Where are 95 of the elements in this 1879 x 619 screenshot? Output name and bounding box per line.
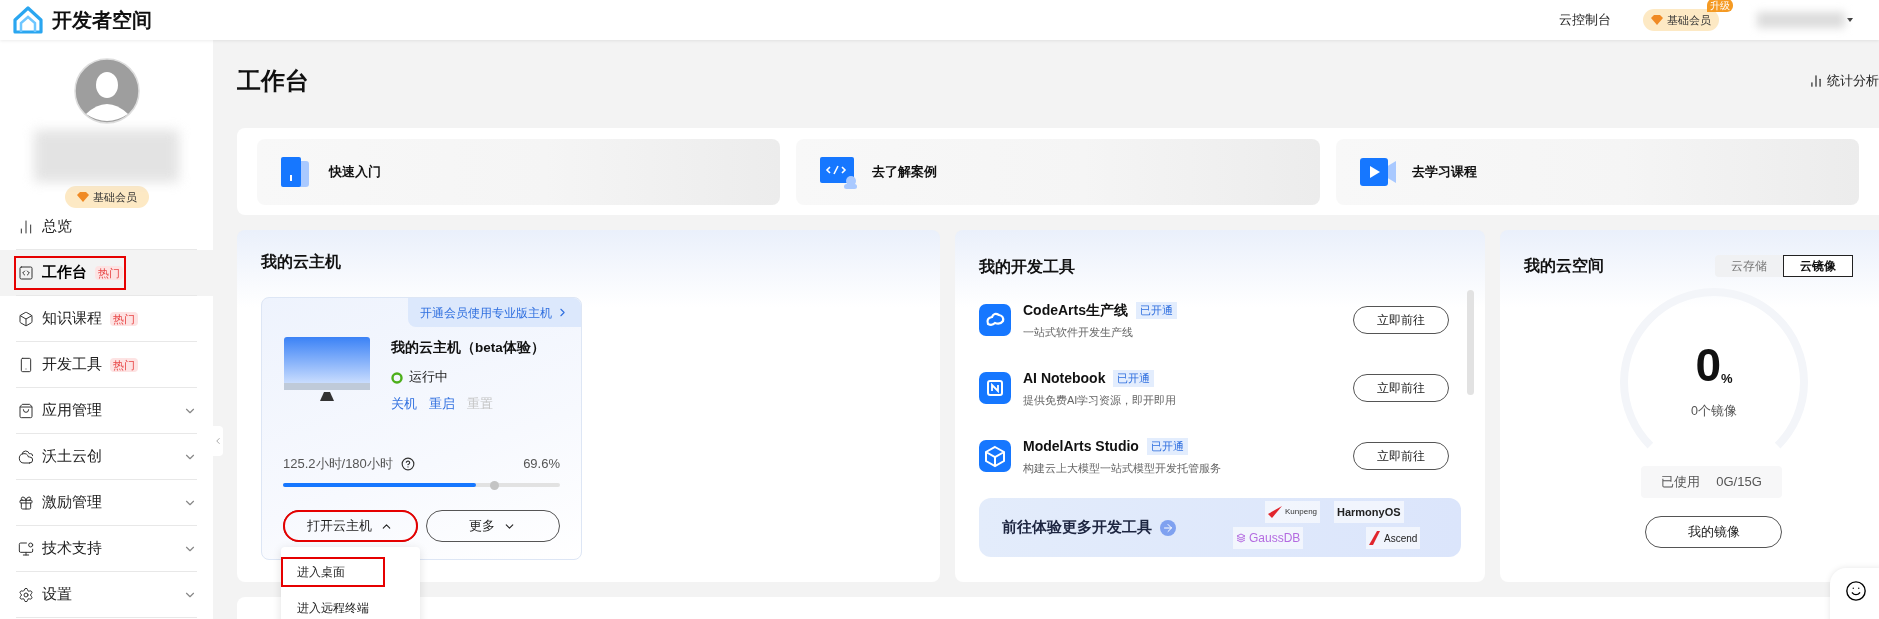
partner-logo: GaussDB: [1233, 527, 1304, 549]
nav-icon: [18, 540, 34, 557]
used-label: 已使用: [1661, 473, 1701, 492]
nav-item[interactable]: 激励管理: [0, 480, 213, 526]
shortcut-label: 去学习课程: [1411, 162, 1477, 181]
logo-icon: [12, 6, 44, 34]
help-icon: [400, 456, 415, 471]
host-button[interactable]: 打开云主机: [283, 510, 418, 543]
menu-item[interactable]: 进入桌面: [281, 557, 385, 587]
code-window-icon: [818, 154, 859, 189]
nav-label: 沃土云创: [42, 446, 102, 466]
smile-icon: [1845, 580, 1867, 602]
upgrade-badge: 升级: [1707, 0, 1733, 12]
nav-label: 开发工具: [42, 354, 102, 374]
menu-item[interactable]: 进入远程终端: [281, 593, 420, 619]
enabled-tag: 已开通: [1113, 369, 1155, 387]
enabled-tag: 已开通: [1136, 301, 1177, 319]
tool-description: 一站式软件开发生产线: [1023, 324, 1134, 340]
progress-marker: [489, 480, 499, 490]
nav-label: 设置: [42, 584, 72, 604]
tab[interactable]: 云存储: [1715, 255, 1783, 277]
nav-icon: [18, 402, 34, 419]
banner-text: 前往体验更多开发工具: [1002, 517, 1152, 538]
feedback-button[interactable]: [1830, 568, 1879, 619]
chip-icon: [979, 372, 1011, 404]
nav-item[interactable]: 沃土云创: [0, 434, 213, 480]
console-link[interactable]: 云控制台: [1559, 10, 1611, 30]
nav-item[interactable]: 应用管理: [0, 388, 213, 434]
hot-tag: 热门: [95, 265, 123, 280]
nav-label: 知识课程: [42, 308, 102, 328]
usage-percent: 69.6%: [523, 454, 560, 473]
usage-text: 125.2小时/180小时: [283, 454, 393, 473]
more-tools-banner[interactable]: 前往体验更多开发工具 Kunpeng HarmonyOS GaussDB Ascend: [979, 498, 1461, 557]
nav-icon: [18, 218, 34, 235]
partner-logo: HarmonyOS: [1334, 501, 1404, 523]
status-icon: [391, 371, 403, 384]
nav-label: 激励管理: [42, 492, 102, 512]
nav-icon: [18, 586, 34, 603]
shortcut-label: 去了解案例: [872, 162, 938, 181]
partner-logo: Kunpeng: [1265, 501, 1321, 523]
member-badge: 基础会员: [64, 186, 149, 208]
nav-label: 应用管理: [42, 400, 102, 420]
shortcut-tile[interactable]: 去了解案例: [796, 138, 1320, 205]
collapse-handle[interactable]: [213, 426, 223, 456]
nav-item[interactable]: 工作台 热门: [0, 250, 213, 296]
tool-name: AI Notebook: [1023, 368, 1106, 388]
nav-item[interactable]: 开发工具 热门: [0, 342, 213, 388]
shortcut-tile[interactable]: 快速入门: [257, 138, 781, 205]
nav-icon: [18, 448, 34, 465]
nav-icon: [18, 310, 34, 327]
card-title: 我的云主机: [261, 252, 342, 272]
tool-description: 构建云上大模型一站式模型开发托管服务: [1023, 460, 1222, 476]
member-button[interactable]: 基础会员: [1643, 9, 1719, 31]
brand-name: 开发者空间: [52, 8, 152, 33]
arrow-right-icon: [1160, 519, 1176, 536]
monitor-icon: [284, 337, 370, 401]
cube-icon: [979, 440, 1011, 472]
card-title: 我的开发工具: [979, 257, 1076, 277]
avatar: [73, 58, 140, 124]
nav-icon: [18, 356, 34, 373]
enabled-tag: 已开通: [1146, 437, 1188, 455]
caret-down-icon: [1847, 18, 1853, 22]
hot-tag: 热门: [110, 357, 138, 372]
diamond-icon: [76, 192, 89, 202]
card-title: 我的云空间: [1524, 256, 1604, 276]
host-name: 我的云主机（beta体验）: [391, 339, 545, 357]
nav-label: 工作台: [42, 262, 87, 282]
shortcut-tile[interactable]: 去学习课程: [1335, 138, 1859, 205]
nav-item[interactable]: 设置: [0, 572, 213, 618]
status-text: 运行中: [409, 369, 448, 387]
tool-name: ModelArts Studio: [1023, 436, 1139, 456]
tool-description: 提供免费AI学习资源，即开即用: [1023, 392, 1178, 408]
nav-label: 技术支持: [42, 538, 102, 558]
gauge-unit: %: [1721, 370, 1733, 388]
nav-item[interactable]: 技术支持: [0, 526, 213, 572]
image-count: 0个镜像: [1691, 403, 1737, 420]
tab[interactable]: 云镜像: [1783, 255, 1853, 277]
host-action-link[interactable]: 重启: [429, 395, 455, 414]
hot-tag: 热门: [110, 311, 138, 326]
tool-name: CodeArts生产线: [1023, 300, 1128, 320]
partner-logo: Ascend: [1366, 527, 1421, 549]
chart-icon: [1809, 74, 1823, 88]
nav-icon: [18, 264, 34, 281]
nav-icon: [18, 494, 34, 511]
shortcut-label: 快速入门: [329, 162, 381, 181]
cloud-icon: [979, 304, 1011, 336]
nav-label: 总览: [42, 216, 72, 236]
nav-item[interactable]: 知识课程 热门: [0, 296, 213, 342]
host-action-link[interactable]: 关机: [391, 395, 417, 414]
diamond-icon: [1651, 15, 1663, 25]
gauge-value: 0: [1695, 342, 1721, 388]
page-title: 工作台: [237, 66, 309, 96]
stats-link[interactable]: 统计分析: [1809, 71, 1879, 91]
promo-link[interactable]: 开通会员使用专业版主机: [408, 298, 581, 327]
used-value: 0G/15G: [1716, 473, 1762, 492]
